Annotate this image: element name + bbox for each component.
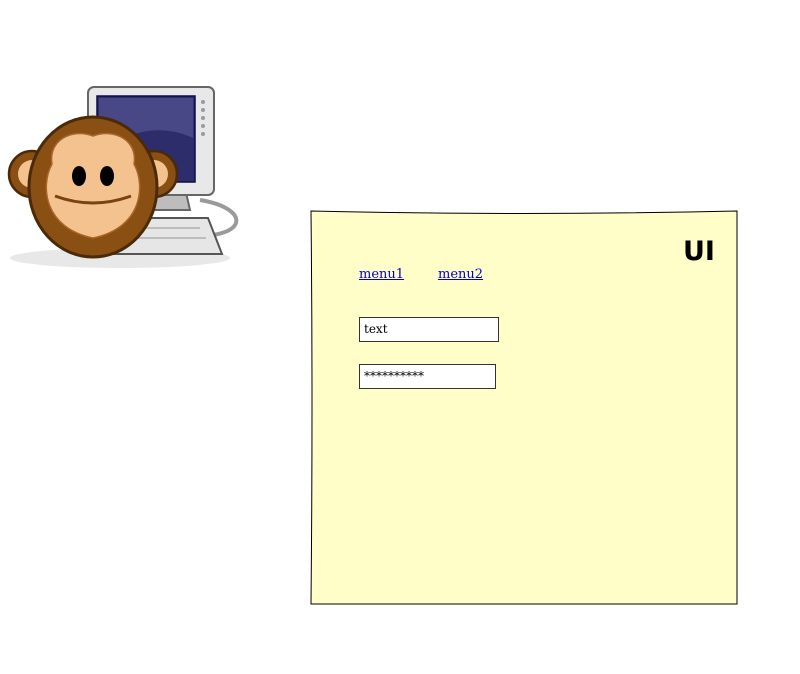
mockup-title: UI [683,236,715,267]
ui-mockup-sheet: UI menu1 menu2 text ********** [300,200,750,615]
password-input[interactable]: ********** [359,364,496,389]
monkey-computer-icon [0,78,250,273]
menu-link-1[interactable]: menu1 [359,267,404,283]
menu-link-2[interactable]: menu2 [438,267,483,283]
text-input[interactable]: text [359,317,499,342]
